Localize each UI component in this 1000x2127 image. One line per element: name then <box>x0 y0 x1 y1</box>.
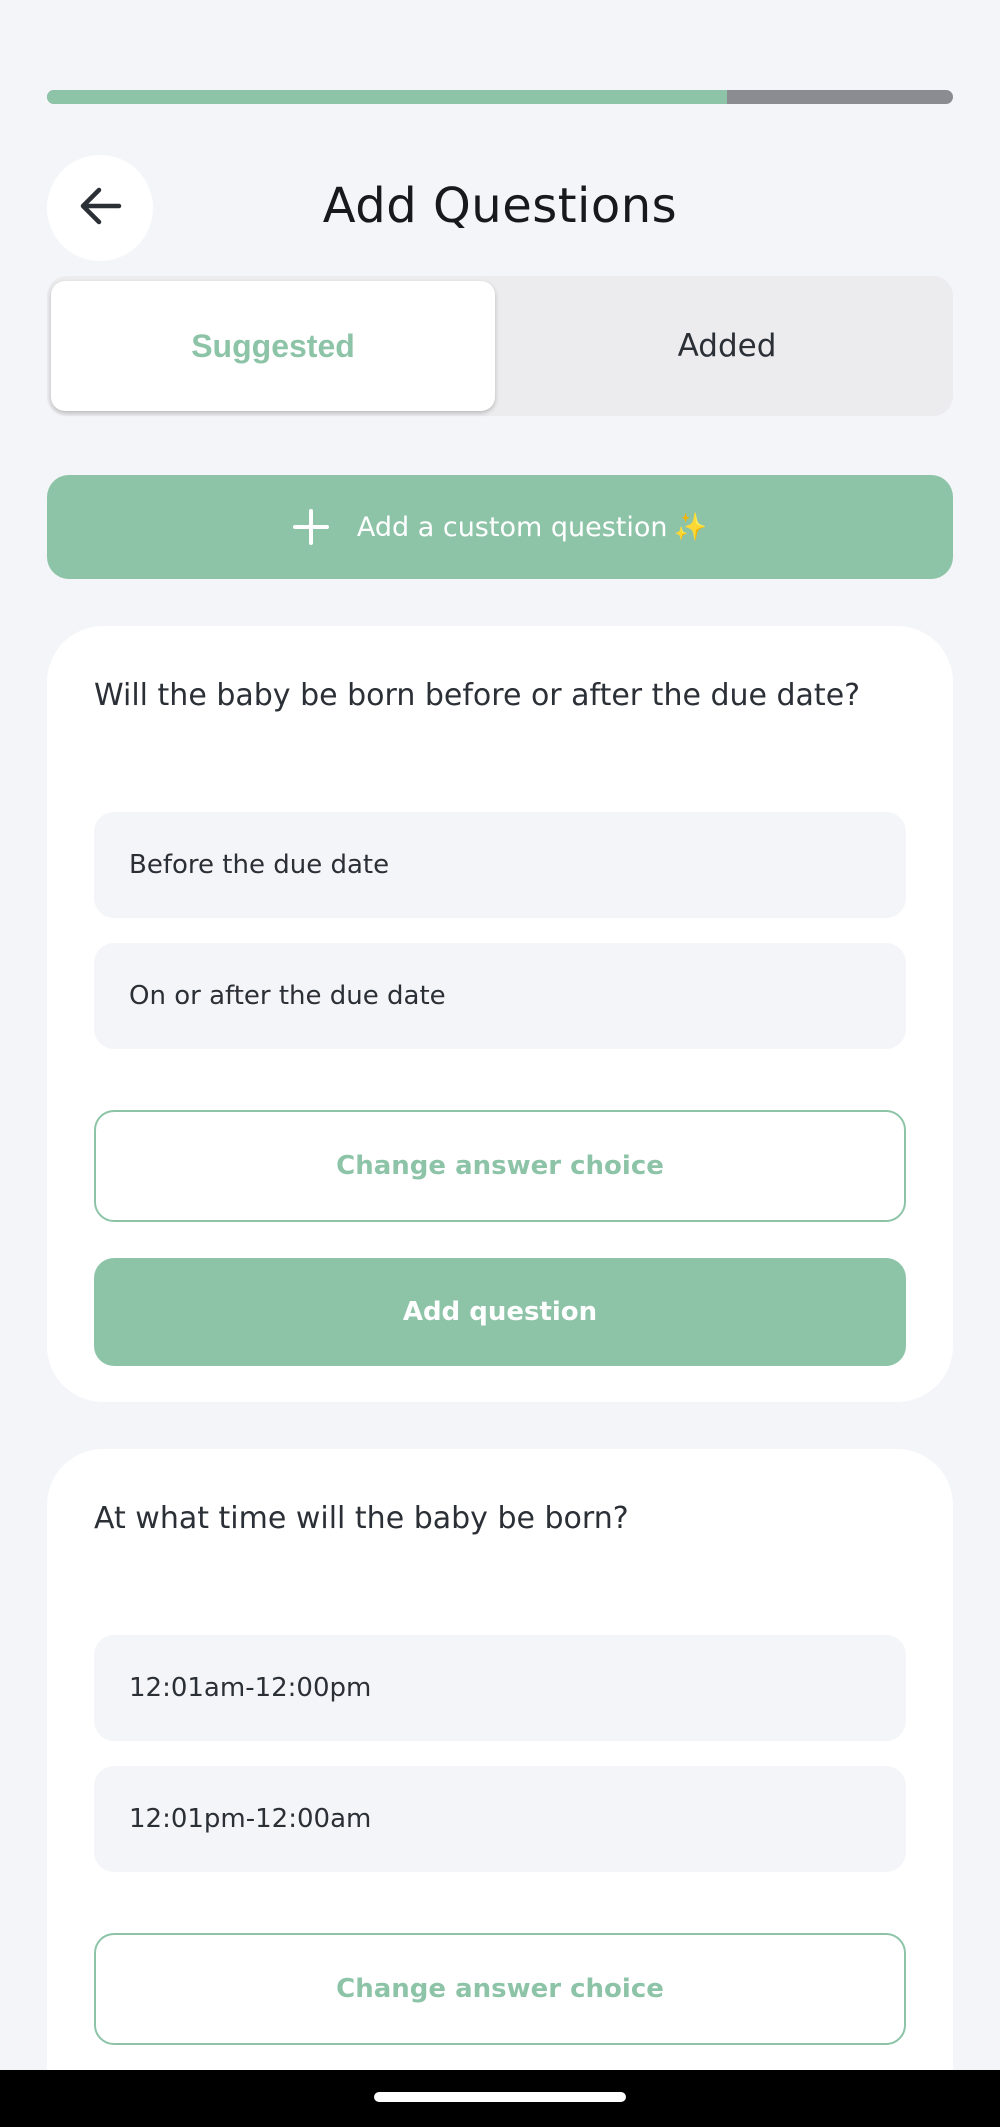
answer-option[interactable]: On or after the due date <box>94 943 906 1049</box>
tab-added[interactable]: Added <box>505 281 949 411</box>
change-answer-choice-button[interactable]: Change answer choice <box>94 1110 906 1222</box>
answer-option[interactable]: Before the due date <box>94 812 906 918</box>
tab-suggested[interactable]: Suggested <box>51 281 495 411</box>
answer-option[interactable]: 12:01pm-12:00am <box>94 1766 906 1872</box>
home-indicator[interactable] <box>374 2092 626 2102</box>
answer-option[interactable]: 12:01am-12:00pm <box>94 1635 906 1741</box>
add-custom-question-button[interactable]: Add a custom question ✨ <box>47 475 953 579</box>
sparkles-icon: ✨ <box>673 512 708 543</box>
question-card: Will the baby be born before or after th… <box>47 626 953 1402</box>
question-card: At what time will the baby be born? 12:0… <box>47 1449 953 2127</box>
question-text: At what time will the baby be born? <box>94 1501 629 1536</box>
add-question-button[interactable]: Add question <box>94 1258 906 1366</box>
progress-bar-fill <box>47 90 727 104</box>
change-answer-choice-button[interactable]: Change answer choice <box>94 1933 906 2045</box>
progress-bar <box>47 90 953 104</box>
system-navigation-bar <box>0 2070 1000 2127</box>
tab-bar: Suggested Added <box>47 276 953 416</box>
page-title: Add Questions <box>322 178 678 234</box>
question-text: Will the baby be born before or after th… <box>94 678 861 713</box>
screen: Add Questions Suggested Added Add a cust… <box>0 0 1000 2127</box>
plus-icon <box>292 509 329 545</box>
add-custom-question-label: Add a custom question <box>356 511 668 543</box>
